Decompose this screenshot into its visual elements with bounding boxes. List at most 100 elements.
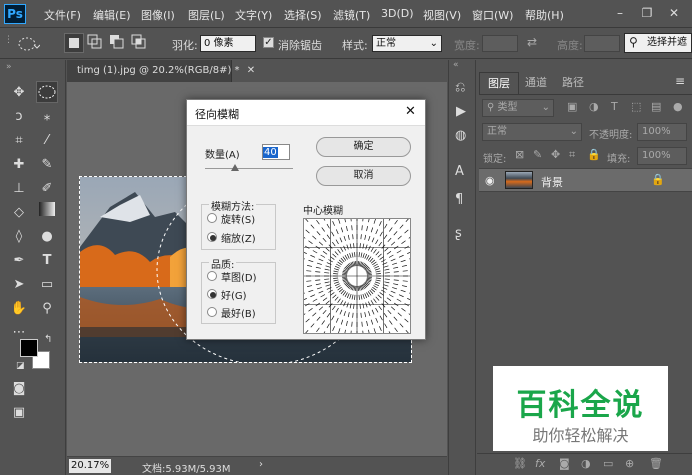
zoom-tool-icon[interactable]: ⚲: [36, 298, 58, 320]
lasso-tool-icon[interactable]: ↄ: [8, 106, 30, 128]
layer-row[interactable]: ◉ 背景 🔒: [479, 168, 692, 192]
expand-dock-icon[interactable]: «: [453, 60, 459, 70]
filter-type-icon[interactable]: T: [611, 100, 618, 113]
menu-filter[interactable]: 滤镜(T): [333, 7, 370, 23]
quick-mask-icon[interactable]: ◙: [8, 378, 30, 400]
amount-slider-track[interactable]: [205, 168, 293, 169]
menu-layer[interactable]: 图层(L): [188, 7, 225, 23]
add-selection-icon[interactable]: [86, 33, 106, 53]
fill-input[interactable]: 100%: [637, 147, 687, 165]
swap-colors-icon[interactable]: ↰: [44, 334, 52, 345]
new-layer-icon[interactable]: ⊕: [625, 457, 634, 470]
lock-transparent-icon[interactable]: ⊠: [515, 148, 524, 161]
tab-channels[interactable]: 通道: [517, 72, 555, 94]
type-tool-icon[interactable]: T: [36, 250, 58, 272]
radio-draft[interactable]: [207, 271, 217, 281]
ok-button[interactable]: 确定: [316, 137, 411, 157]
filter-toggle-icon[interactable]: ●: [673, 100, 683, 113]
lock-artboard-icon[interactable]: ⌗: [569, 148, 575, 162]
screen-mode-icon[interactable]: ▣: [8, 402, 30, 424]
elliptical-marquee-icon[interactable]: [18, 37, 40, 51]
tab-paths[interactable]: 路径: [554, 72, 592, 94]
dodge-tool-icon[interactable]: ●: [36, 226, 58, 248]
tab-layers[interactable]: 图层: [479, 72, 519, 94]
actions-play-icon[interactable]: ▶: [456, 104, 466, 119]
move-tool-icon[interactable]: ✥: [8, 82, 30, 104]
menu-help[interactable]: 帮助(H): [525, 7, 564, 23]
chevron-right-icon[interactable]: ›: [259, 459, 263, 470]
trash-icon[interactable]: 🗑: [649, 457, 663, 470]
menu-image[interactable]: 图像(I): [141, 7, 175, 23]
blur-tool-icon[interactable]: ◊: [8, 226, 30, 248]
layer-filter-select[interactable]: ⚲ 类型 ⌄: [482, 99, 554, 117]
close-tab-icon[interactable]: ✕: [247, 65, 255, 76]
close-icon[interactable]: ✕: [405, 104, 416, 119]
gradient-tool-icon[interactable]: [36, 202, 58, 224]
visibility-eye-icon[interactable]: ◉: [485, 174, 495, 187]
character-panel-icon[interactable]: A: [455, 164, 464, 179]
intersect-selection-icon[interactable]: [130, 33, 150, 53]
healing-brush-icon[interactable]: ✚: [8, 154, 30, 176]
zoom-field[interactable]: 20.17%: [69, 459, 111, 473]
hand-tool-icon[interactable]: ✋: [8, 298, 30, 320]
amount-slider-thumb[interactable]: [231, 164, 239, 171]
pen-tool-icon[interactable]: ✒: [8, 250, 30, 272]
menu-edit[interactable]: 编辑(E): [93, 7, 131, 23]
new-group-icon[interactable]: ▭: [603, 457, 613, 470]
opacity-input[interactable]: 100%: [637, 123, 687, 141]
lock-position-icon[interactable]: ✥: [551, 148, 560, 161]
brush-tool-icon[interactable]: ✎: [36, 154, 58, 176]
layer-name[interactable]: 背景: [541, 174, 563, 190]
minimize-icon[interactable]: –: [610, 4, 630, 22]
marquee-tool-icon[interactable]: [36, 81, 58, 103]
menu-type[interactable]: 文字(Y): [235, 7, 272, 23]
paragraph-panel-icon[interactable]: ¶: [455, 192, 463, 207]
radio-good[interactable]: [207, 289, 217, 299]
feather-input[interactable]: 0 像素: [200, 35, 256, 52]
default-colors-icon[interactable]: ◪: [16, 361, 25, 371]
path-selection-icon[interactable]: ➤: [8, 274, 30, 296]
subtract-selection-icon[interactable]: [108, 33, 128, 53]
adjustment-layer-icon[interactable]: ◑: [581, 457, 591, 470]
history-panel-icon[interactable]: ⎌: [455, 80, 465, 95]
height-input[interactable]: [584, 35, 620, 52]
link-layers-icon[interactable]: ⛓: [513, 457, 527, 470]
radio-spin[interactable]: [207, 213, 217, 223]
rectangle-tool-icon[interactable]: ▭: [36, 274, 58, 296]
fx-icon[interactable]: fx: [535, 457, 545, 470]
filter-smart-icon[interactable]: ▤: [651, 100, 661, 113]
close-icon[interactable]: ✕: [664, 4, 684, 22]
filter-adjustment-icon[interactable]: ◑: [589, 100, 599, 113]
panel-menu-icon[interactable]: ≡: [675, 74, 685, 88]
magic-wand-icon[interactable]: ⁎: [36, 106, 58, 128]
dialog-titlebar[interactable]: 径向模糊 ✕: [187, 100, 425, 126]
lock-all-icon[interactable]: 🔒: [587, 148, 601, 161]
new-selection-icon[interactable]: [64, 33, 84, 53]
blur-center-preview[interactable]: [279, 198, 435, 354]
antialias-checkbox[interactable]: ✓: [263, 37, 274, 48]
add-mask-icon[interactable]: ◙: [559, 457, 570, 470]
crop-tool-icon[interactable]: ⌗: [8, 130, 30, 152]
amount-input[interactable]: 40: [262, 144, 290, 160]
collapse-icon[interactable]: »: [6, 62, 12, 72]
filter-shape-icon[interactable]: ⬚: [631, 100, 641, 113]
menu-select[interactable]: 选择(S): [284, 7, 322, 23]
clone-stamp-icon[interactable]: ⊥: [8, 178, 30, 200]
eyedropper-icon[interactable]: ⁄: [36, 130, 58, 152]
cancel-button[interactable]: 取消: [316, 166, 411, 186]
swap-icon[interactable]: ⇄: [527, 35, 537, 49]
filter-pixel-icon[interactable]: ▣: [567, 100, 577, 113]
blend-mode-select[interactable]: 正常 ⌄: [482, 123, 582, 141]
menu-file[interactable]: 文件(F): [44, 7, 81, 23]
lock-pixels-icon[interactable]: ✎: [533, 148, 542, 161]
restore-icon[interactable]: ❐: [637, 4, 657, 22]
glyphs-panel-icon[interactable]: ʂ: [455, 226, 462, 241]
history-brush-icon[interactable]: ✐: [36, 178, 58, 200]
radio-zoom[interactable]: [207, 232, 217, 242]
menu-view[interactable]: 视图(V): [423, 7, 461, 23]
eraser-tool-icon[interactable]: ◇: [8, 202, 30, 224]
width-input[interactable]: [482, 35, 518, 52]
menu-3d[interactable]: 3D(D): [381, 7, 414, 20]
document-tab[interactable]: timg (1).jpg @ 20.2%(RGB/8#) * ✕: [67, 60, 255, 82]
menu-window[interactable]: 窗口(W): [472, 7, 513, 23]
